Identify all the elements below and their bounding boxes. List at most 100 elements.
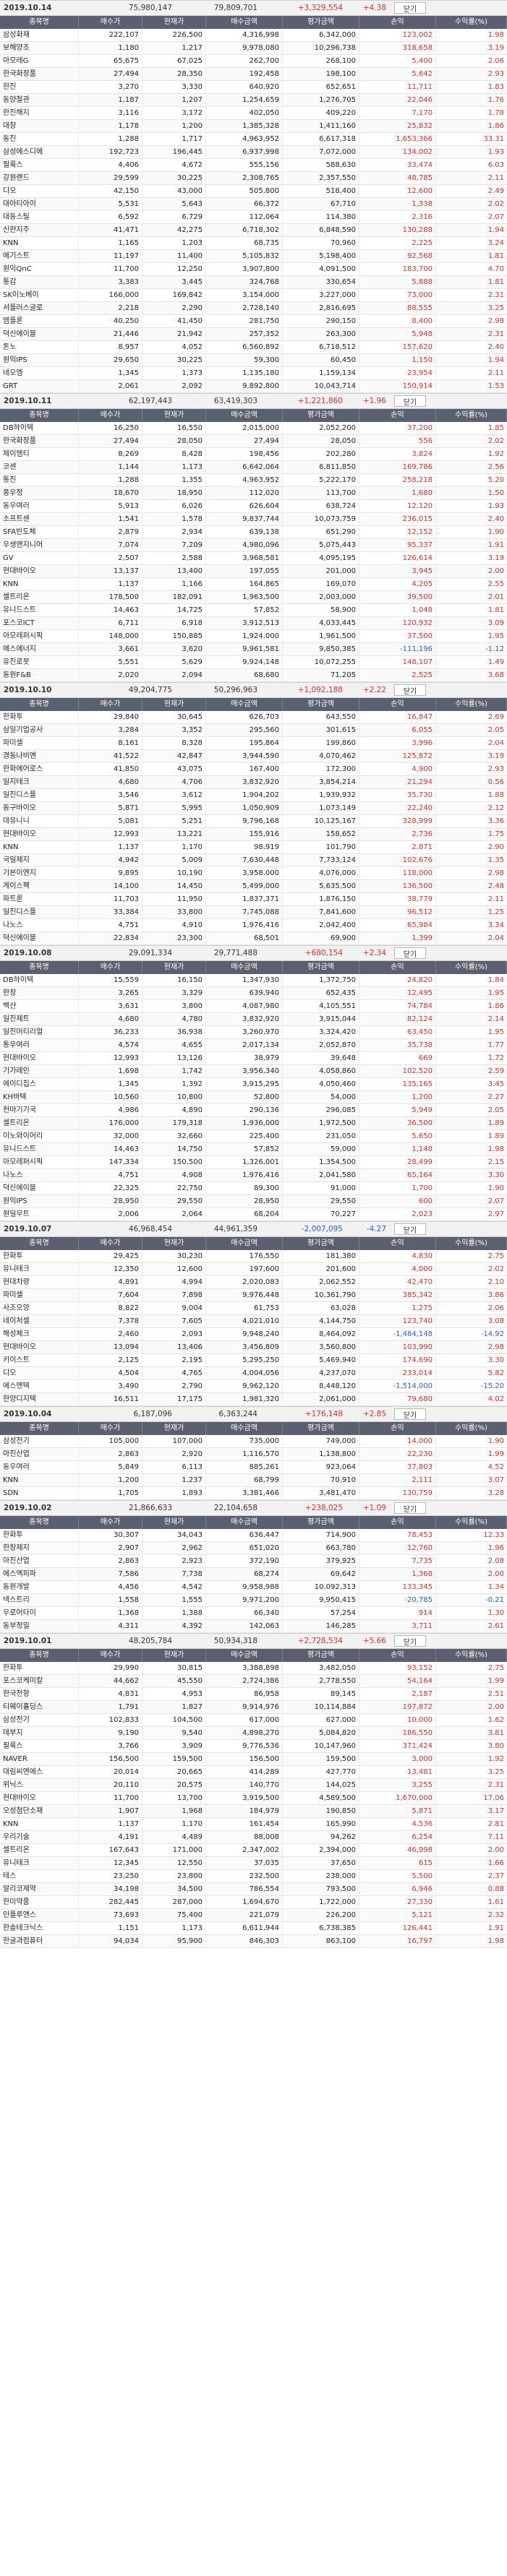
table-row[interactable]: 강원랜드 29,599 30,225 2,308,765 2,357,550 48,785… <box>0 172 507 185</box>
close-button[interactable]: 닫기 <box>394 1502 426 1514</box>
table-row[interactable]: 제이엠티 8,269 8,428 198,456 202,280 3,824 1.92 <box>0 448 507 461</box>
table-row[interactable]: 필룩스 3,766 3,909 9,776,536 10,147,960 371,424 3… <box>0 1740 507 1753</box>
table-row[interactable]: 대림씨엔에스 20,014 20,665 414,289 427,770 13,481 3.… <box>0 1766 507 1779</box>
table-row[interactable]: 아모레퍼시픽 147,334 150,500 1,326,001 1,354,500 28… <box>0 1156 507 1169</box>
table-row[interactable]: 유니테크 12,350 12,600 197,600 201,600 4,000 2.02 <box>0 1263 507 1276</box>
table-row[interactable]: 풍우정 18,670 18,950 112,020 113,700 1,680 1.50 <box>0 487 507 500</box>
table-row[interactable]: 셀트리온 167,643 171,000 2,347,002 2,394,000 46,9… <box>0 1844 507 1857</box>
table-row[interactable]: 일지테크 4,680 4,706 3,832,920 3,854,214 21,294 0.… <box>0 776 507 789</box>
close-button[interactable]: 닫기 <box>394 395 426 407</box>
table-row[interactable]: 아진산업 2,863 2,920 1,116,570 1,138,800 22,230 1.… <box>0 1448 507 1461</box>
table-row[interactable]: 동구바이오 5,871 5,995 1,050,909 1,073,149 22,240 2… <box>0 802 507 815</box>
table-row[interactable]: 동부정밀 4,311 4,392 142,063 146,285 3,711 2.61 <box>0 1620 507 1633</box>
close-button[interactable]: 닫기 <box>394 2 426 14</box>
table-row[interactable]: 디오 42,150 43,000 505,800 518,400 12,600 2.49 <box>0 185 507 198</box>
table-row[interactable]: 에이디칩스 1,345 1,392 3,915,295 4,050,460 135,165… <box>0 1078 507 1091</box>
table-row[interactable]: 우생앤지니어 7,074 7,209 4,980,096 5,075,443 95,337… <box>0 539 507 552</box>
close-button[interactable]: 닫기 <box>394 684 426 696</box>
table-row[interactable]: 우리기술 4,191 4,489 88,008 94,262 6,254 7.11 <box>0 1831 507 1844</box>
table-row[interactable]: 위닉스 20,110 20,575 140,770 144,025 3,255 2.31 <box>0 1779 507 1792</box>
table-row[interactable]: 보해양조 1,180 1,217 9,978,080 10,296,738 318,658… <box>0 42 507 55</box>
table-row[interactable]: 현대바이오 13,137 13,400 197,055 201,000 3,945 2.00 <box>0 565 507 578</box>
table-row[interactable]: 한화투 29,840 30,645 626,703 643,550 16,847 2.69 <box>0 711 507 724</box>
table-row[interactable]: 현대바이오 12,993 13,221 155,916 158,652 2,736 1.75 <box>0 828 507 841</box>
table-row[interactable]: 나노스 4,751 4,910 1,976,416 2,042,400 65,984 3.3… <box>0 919 507 932</box>
table-row[interactable]: 한진 3,270 3,330 640,920 652,651 11,711 1.83 <box>0 81 507 94</box>
table-row[interactable]: 네오엠 1,345 1,373 1,135,180 1,159,134 23,954 2.1… <box>0 367 507 380</box>
table-row[interactable]: 유진로봇 5,551 5,629 9,924,148 10,072,255 148,107… <box>0 656 507 669</box>
table-row[interactable]: 오성첨단소재 1,907 1,968 184,979 190,850 5,871 3.17 <box>0 1805 507 1818</box>
table-row[interactable]: 한솔테크닉스 1,151 1,173 6,611,944 6,738,385 126,44… <box>0 1922 507 1935</box>
table-row[interactable]: 동우여러 5,849 6,113 885,261 923,064 37,803 4.52 <box>0 1461 507 1474</box>
table-row[interactable]: 동원F&B 2,020 2,094 68,680 71,205 2,525 3.68 <box>0 669 507 682</box>
table-row[interactable]: 넥스트리 1,558 1,555 9,971,200 9,950,415 -20,785 -… <box>0 1594 507 1607</box>
table-row[interactable]: 아모레G 65,675 67,025 262,700 268,100 5,400 2.06 <box>0 55 507 68</box>
table-row[interactable]: 데부지 9,190 9,540 4,898,270 5,084,820 186,550 3.… <box>0 1727 507 1740</box>
table-row[interactable]: 신한지주 41,471 42,275 6,718,302 6,848,590 130,28… <box>0 224 507 237</box>
table-row[interactable]: 한창 3,265 3,329 639,940 652,435 12,495 1.95 <box>0 987 507 1000</box>
table-row[interactable]: 에스에너지 3,661 3,620 9,961,581 9,850,385 -111,19… <box>0 643 507 656</box>
table-row[interactable]: 코센 1,144 1,173 6,642,064 6,811,850 169,786 2.5… <box>0 461 507 474</box>
table-row[interactable]: 톤노 8,957 4,052 6,560,892 6,718,512 157,620 2.4… <box>0 341 507 354</box>
table-row[interactable]: 알리코제약 34,198 34,500 786,554 793,500 6,946 0.88 <box>0 1883 507 1896</box>
table-row[interactable]: 디오 4,504 4,765 4,004,056 4,237,070 233,014 5.8… <box>0 1367 507 1380</box>
table-row[interactable]: 덕신에이블 22,325 22,750 89,300 91,000 1,700 1.90 <box>0 1182 507 1195</box>
table-row[interactable]: SFA반도체 2,879 2,934 639,138 651,290 12,152 1.90 <box>0 526 507 539</box>
table-row[interactable]: 덕신에이블 21,446 21,942 257,352 263,300 5,948 2.31 <box>0 328 507 341</box>
table-row[interactable]: 삼성에스디에 192,723 196,445 6,937,998 7,072,000 13… <box>0 146 507 159</box>
table-row[interactable]: 백산 3,631 3,800 4,087,980 4,105,551 74,784 1.86 <box>0 1000 507 1013</box>
table-row[interactable]: SDN 1,705 1,893 3,381,466 3,481,470 130,759 3.… <box>0 1487 507 1500</box>
table-row[interactable]: 한미약품 282,445 287,000 1,694,670 1,722,000 27,3… <box>0 1896 507 1909</box>
table-row[interactable]: 원익IPS 29,650 30,225 59,300 60,450 1,150 1.94 <box>0 354 507 367</box>
table-row[interactable]: 동진 1,288 1,717 4,963,952 6,617,318 1,653,366 3… <box>0 133 507 146</box>
table-row[interactable]: 한국화장품 27,494 28,350 192,458 198,100 5,642 2.93 <box>0 68 507 81</box>
table-row[interactable]: 셀트리온 176,000 179,318 1,936,000 1,972,500 36,5… <box>0 1117 507 1130</box>
table-row[interactable]: 대아티아이 5,531 5,643 66,372 67,710 1,338 2.02 <box>0 198 507 211</box>
table-row[interactable]: 네이처셀 7,378 7,605 4,021,010 4,144,750 123,740 3… <box>0 1315 507 1328</box>
table-row[interactable]: 덕신에이블 22,834 23,300 68,501 69,900 1,399 2.04 <box>0 932 507 945</box>
table-row[interactable]: 게이스팩 14,100 14,450 5,499,000 5,635,500 136,50… <box>0 880 507 893</box>
table-row[interactable]: GV 2,507 2,588 3,968,581 4,095,195 126,614 3.1… <box>0 552 507 565</box>
table-row[interactable]: 우로어타이 1,368 1,388 66,340 57,254 914 1.30 <box>0 1607 507 1620</box>
table-row[interactable]: 나노스 4,751 4,908 1,976,416 2,041,580 65,164 3.3… <box>0 1169 507 1182</box>
table-row[interactable]: 아모레퍼시픽 148,000 150,885 1,924,000 1,961,500 37… <box>0 630 507 643</box>
table-row[interactable]: 일진제트 4,680 4,780 3,832,920 3,915,044 82,124 2.… <box>0 1013 507 1026</box>
table-row[interactable]: DB하이텍 15,559 16,150 1,347,930 1,372,750 24,82… <box>0 974 507 987</box>
table-row[interactable]: 유니테크 12,345 12,550 37,035 37,650 615 1.66 <box>0 1857 507 1870</box>
table-row[interactable]: 일진머티리얼 36,233 36,938 3,260,970 3,324,420 63,4… <box>0 1026 507 1039</box>
table-row[interactable]: KNN 1,137 1,170 98,919 101,790 2,871 2.90 <box>0 841 507 854</box>
table-row[interactable]: 기본이엔지 9,895 10,190 3,958,000 4,076,000 118,00… <box>0 867 507 880</box>
table-row[interactable]: 대유니니 5,081 5,251 9,796,168 10,125,167 328,999… <box>0 815 507 828</box>
table-row[interactable]: KNN 1,200 1,237 68,799 70,910 2,111 3.07 <box>0 1474 507 1487</box>
table-row[interactable]: 포스코케미칼 44,662 45,550 2,724,386 2,778,550 54,1… <box>0 1675 507 1688</box>
table-row[interactable]: 한화투 29,425 30,230 176,550 181,380 4,830 2.75 <box>0 1250 507 1263</box>
table-row[interactable]: GRT 2,061 2,092 9,892,800 10,043,714 150,914 1… <box>0 380 507 393</box>
close-button[interactable]: 닫기 <box>394 1408 426 1420</box>
table-row[interactable]: NAVER 156,500 159,500 156,500 159,500 3,000 1.… <box>0 1753 507 1766</box>
table-row[interactable]: 해성체크 2,460 2,093 9,948,240 8,464,092 -1,484,1… <box>0 1328 507 1341</box>
table-row[interactable]: 한국전항 4,831 4,953 86,958 89,145 2,187 2.51 <box>0 1688 507 1701</box>
table-row[interactable]: 동양철관 1,187 1,207 1,254,659 1,276,705 22,046 1.… <box>0 94 507 107</box>
table-row[interactable]: 현대바이오 13,094 13,406 3,456,809 3,560,800 103,9… <box>0 1341 507 1354</box>
table-row[interactable]: 소프트센 1,541 1,578 9,837,744 10,073,759 236,015… <box>0 513 507 526</box>
table-row[interactable]: 한양디지텍 16,511 17,175 1,981,320 2,061,000 79,68… <box>0 1393 507 1406</box>
table-row[interactable]: 이노와이어리 32,000 32,660 225,400 231,050 5,650 1.8… <box>0 1130 507 1143</box>
table-row[interactable]: 현대차량 4,891 4,994 2,020,083 2,062,552 42,470 2.… <box>0 1276 507 1289</box>
table-row[interactable]: 사조오양 8,822 9,004 61,753 63,028 1,275 2.06 <box>0 1302 507 1315</box>
table-row[interactable]: 삼일기업공사 3,284 3,352 295,560 301,615 6,055 2.05 <box>0 724 507 737</box>
table-row[interactable]: 현대바이오 11,700 13,700 3,919,500 4,589,500 1,670… <box>0 1792 507 1805</box>
table-row[interactable]: 통감 3,383 3,445 324,768 330,654 5,888 1.81 <box>0 276 507 289</box>
table-row[interactable]: 파미셀 7,604 7,898 9,976,448 10,361,790 385,342 3… <box>0 1289 507 1302</box>
table-row[interactable]: 원일무트 2,006 2,064 68,204 70,227 2,023 2.97 <box>0 1208 507 1221</box>
table-row[interactable]: 대동스틸 6,592 6,729 112,064 114,380 2,316 2.07 <box>0 211 507 224</box>
table-row[interactable]: 경동나비엔 41,522 42,847 3,944,590 4,070,462 125,8… <box>0 750 507 763</box>
table-row[interactable]: 한창제지 2,907 2,962 651,020 663,780 12,760 1.96 <box>0 1542 507 1555</box>
table-row[interactable]: 유니드스트 14,463 14,725 57,852 58,900 1,048 1.81 <box>0 604 507 617</box>
table-row[interactable]: 티웨이홀딩스 1,791 1,827 9,914,976 10,114,884 197,8… <box>0 1701 507 1714</box>
table-row[interactable]: 기가레인 1,698 1,742 3,956,340 4,058,860 102,520 2… <box>0 1065 507 1078</box>
table-row[interactable]: 인플루앤스 73,693 75,400 221,079 226,200 5,121 2.32 <box>0 1909 507 1922</box>
table-row[interactable]: 통우여러 4,574 4,655 2,017,134 2,052,870 35,738 1.… <box>0 1039 507 1052</box>
table-row[interactable]: 원익QnC 11,700 12,250 3,907,800 4,091,500 183,7… <box>0 263 507 276</box>
table-row[interactable]: 셀트리온 178,500 182,091 1,963,500 2,003,000 39,5… <box>0 591 507 604</box>
table-row[interactable]: 동우여러 5,913 6,026 626,604 638,724 12,120 1.93 <box>0 500 507 513</box>
